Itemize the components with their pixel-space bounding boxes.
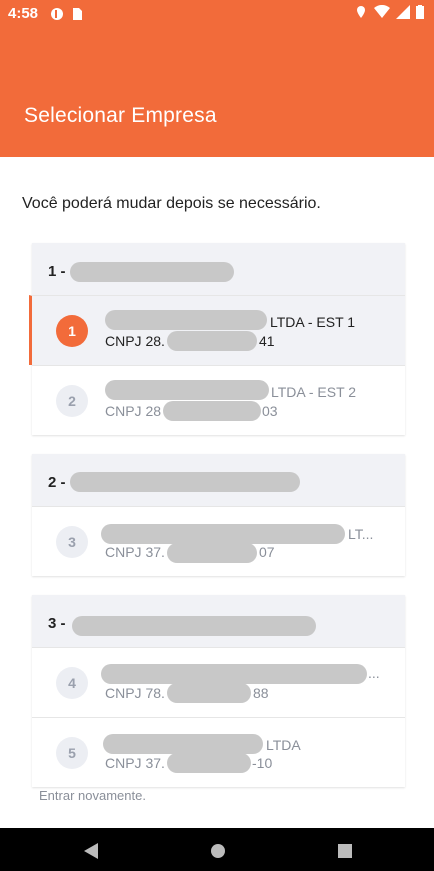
- cnpj-suffix: 07: [259, 544, 275, 560]
- back-icon[interactable]: [84, 843, 98, 859]
- company-name-suffix: ...: [368, 665, 380, 681]
- redacted-cnpj: [167, 683, 251, 703]
- company-group-2: 2 - 3 LT... CNPJ 37. 07: [32, 454, 405, 576]
- item-badge: 4: [56, 667, 88, 699]
- redacted-name: [101, 524, 345, 544]
- redacted-name: [103, 734, 263, 754]
- item-badge: 3: [56, 526, 88, 558]
- company-group-3: 3 - 4 ... CNPJ 78. 88 5 LTDA CNPJ 37. -1…: [32, 595, 405, 787]
- redacted-name: [105, 380, 269, 400]
- company-item-5[interactable]: 5 LTDA CNPJ 37. -10: [32, 717, 405, 787]
- redacted-name: [101, 664, 367, 684]
- redacted-name: [105, 310, 267, 330]
- company-item-1[interactable]: 1 LTDA - EST 1 CNPJ 28. 41: [29, 295, 405, 365]
- company-group-1: 1 - 1 LTDA - EST 1 CNPJ 28. 41 2 LTDA - …: [29, 243, 405, 435]
- company-name-suffix: LT...: [348, 526, 374, 542]
- group-header: 2 -: [32, 454, 405, 506]
- subtitle-text: Você poderá mudar depois se necessário.: [22, 195, 321, 212]
- redacted-name: [70, 262, 234, 282]
- company-item-2[interactable]: 2 LTDA - EST 2 CNPJ 28 03: [32, 365, 405, 435]
- group-number: 1 -: [48, 263, 66, 280]
- android-nav-bar: [0, 828, 434, 871]
- group-number: 3 -: [48, 615, 66, 632]
- status-bar: 4:58: [0, 0, 434, 28]
- status-time: 4:58: [8, 5, 39, 22]
- cnpj-suffix: 88: [253, 685, 269, 701]
- status-icons: [354, 5, 424, 19]
- wifi-icon: [374, 5, 390, 18]
- company-name-suffix: LTDA - EST 2: [271, 384, 357, 400]
- redacted-cnpj: [167, 543, 257, 563]
- group-header: 1 -: [32, 243, 405, 295]
- signal-icon: [396, 5, 410, 19]
- item-badge: 5: [56, 737, 88, 769]
- location-icon: [357, 6, 365, 18]
- redacted-name: [70, 472, 300, 492]
- company-name-suffix: LTDA: [266, 737, 301, 753]
- item-badge: 1: [56, 315, 88, 347]
- cnpj-suffix: -10: [252, 755, 273, 771]
- redacted-cnpj: [167, 331, 257, 351]
- company-name-suffix: LTDA - EST 1: [270, 314, 356, 330]
- login-again-link[interactable]: Entrar novamente.: [39, 788, 146, 803]
- notification-icon: [51, 8, 63, 20]
- app-header: 4:58 Selecionar Empresa: [0, 0, 434, 157]
- page-title: Selecionar Empresa: [24, 104, 217, 127]
- sd-card-icon: [73, 8, 82, 20]
- company-item-4[interactable]: 4 ... CNPJ 78. 88: [32, 647, 405, 717]
- recents-icon[interactable]: [338, 844, 352, 858]
- redacted-cnpj: [163, 401, 261, 421]
- group-number: 2 -: [48, 474, 66, 491]
- home-icon[interactable]: [211, 844, 225, 858]
- cnpj-suffix: 41: [259, 333, 275, 349]
- cnpj-prefix: CNPJ 37.: [105, 755, 165, 771]
- group-header: 3 -: [32, 595, 405, 647]
- cnpj-suffix: 03: [262, 403, 278, 419]
- item-badge: 2: [56, 385, 88, 417]
- cnpj-prefix: CNPJ 78.: [105, 685, 165, 701]
- company-item-3[interactable]: 3 LT... CNPJ 37. 07: [32, 506, 405, 576]
- redacted-cnpj: [167, 753, 251, 773]
- redacted-name: [72, 616, 316, 636]
- battery-icon: [416, 5, 424, 19]
- cnpj-prefix: CNPJ 28.: [105, 333, 165, 349]
- cnpj-prefix: CNPJ 28: [105, 403, 162, 419]
- cnpj-prefix: CNPJ 37.: [105, 544, 165, 560]
